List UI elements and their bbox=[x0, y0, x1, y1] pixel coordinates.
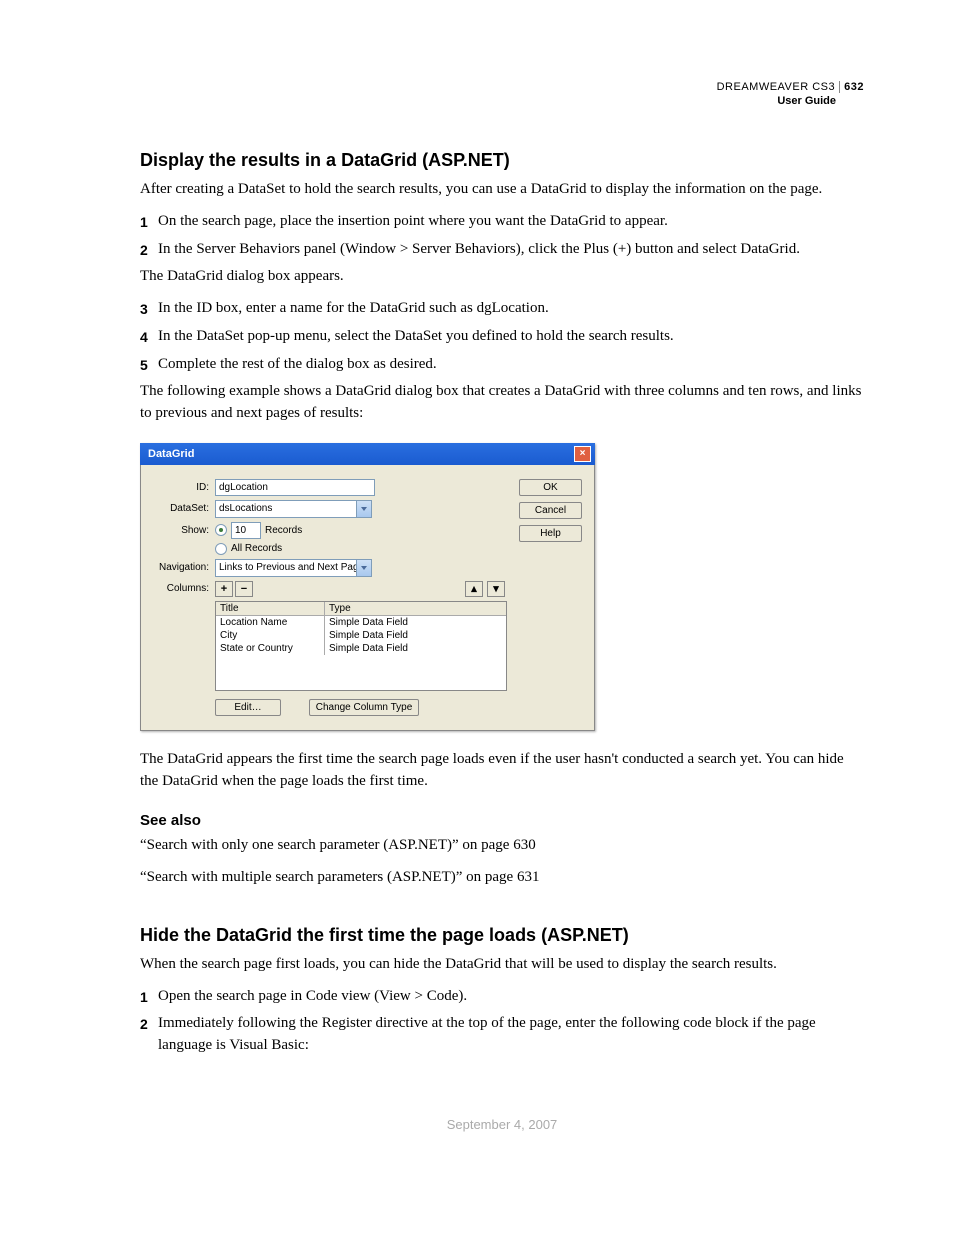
label-dataset: DataSet: bbox=[153, 503, 215, 514]
label-id: ID: bbox=[153, 482, 215, 493]
label-nav: Navigation: bbox=[153, 562, 215, 573]
dialog-titlebar: DataGrid × bbox=[140, 443, 595, 465]
s2-step-1: 1 Open the search page in Code view (Vie… bbox=[140, 986, 864, 1008]
col-head-title: Title bbox=[216, 602, 325, 615]
nav-dropdown[interactable]: Links to Previous and Next Pages bbox=[215, 559, 372, 577]
see-also-link-2[interactable]: “Search with multiple search parameters … bbox=[140, 867, 864, 889]
chevron-down-icon bbox=[356, 501, 371, 517]
cancel-button[interactable]: Cancel bbox=[519, 502, 582, 519]
footer-date: September 4, 2007 bbox=[140, 1117, 864, 1132]
after-dialog-text: The DataGrid appears the first time the … bbox=[140, 749, 864, 793]
page-number: 632 bbox=[839, 81, 864, 93]
chevron-down-icon bbox=[356, 560, 371, 576]
step-3: 3 In the ID box, enter a name for the Da… bbox=[140, 298, 864, 320]
step-5: 5 Complete the rest of the dialog box as… bbox=[140, 354, 864, 376]
records-input[interactable]: 10 bbox=[231, 522, 261, 539]
table-row[interactable]: Location Name Simple Data Field bbox=[216, 616, 506, 629]
all-records-label: All Records bbox=[231, 543, 282, 554]
table-row[interactable]: State or Country Simple Data Field bbox=[216, 642, 506, 655]
close-icon[interactable]: × bbox=[574, 446, 591, 462]
dialog-title: DataGrid bbox=[148, 448, 194, 460]
section1-title: Display the results in a DataGrid (ASP.N… bbox=[140, 150, 864, 171]
header-subtitle: User Guide bbox=[717, 94, 864, 108]
change-type-button[interactable]: Change Column Type bbox=[309, 699, 419, 716]
after-step-2: The DataGrid dialog box appears. bbox=[140, 266, 864, 288]
move-down-button[interactable]: ▾ bbox=[487, 581, 505, 597]
remove-column-button[interactable]: − bbox=[235, 581, 253, 597]
section2-title: Hide the DataGrid the first time the pag… bbox=[140, 925, 864, 946]
step-1: 1 On the search page, place the insertio… bbox=[140, 211, 864, 233]
edit-button[interactable]: Edit… bbox=[215, 699, 281, 716]
section2-intro: When the search page first loads, you ca… bbox=[140, 954, 864, 976]
id-input[interactable]: dgLocation bbox=[215, 479, 375, 496]
s2-step-2: 2 Immediately following the Register dir… bbox=[140, 1013, 864, 1057]
radio-all-records[interactable] bbox=[215, 543, 227, 555]
see-also-title: See also bbox=[140, 812, 864, 829]
label-columns: Columns: bbox=[153, 583, 215, 594]
example-intro: The following example shows a DataGrid d… bbox=[140, 381, 864, 425]
product-name: DREAMWEAVER CS3 bbox=[717, 81, 836, 93]
columns-table[interactable]: Title Type Location Name Simple Data Fie… bbox=[215, 601, 507, 691]
datagrid-dialog: DataGrid × ID: dgLocation DataSet: dsLoc… bbox=[140, 443, 595, 731]
ok-button[interactable]: OK bbox=[519, 479, 582, 496]
move-up-button[interactable]: ▴ bbox=[465, 581, 483, 597]
col-head-type: Type bbox=[325, 602, 506, 615]
table-row[interactable]: City Simple Data Field bbox=[216, 629, 506, 642]
dataset-dropdown[interactable]: dsLocations bbox=[215, 500, 372, 518]
section1-intro: After creating a DataSet to hold the sea… bbox=[140, 179, 864, 201]
step-2: 2 In the Server Behaviors panel (Window … bbox=[140, 239, 864, 261]
step-4: 4 In the DataSet pop-up menu, select the… bbox=[140, 326, 864, 348]
help-button[interactable]: Help bbox=[519, 525, 582, 542]
page-header: DREAMWEAVER CS3632 User Guide bbox=[717, 80, 864, 109]
radio-records[interactable] bbox=[215, 524, 227, 536]
records-label: Records bbox=[265, 525, 302, 536]
add-column-button[interactable]: + bbox=[215, 581, 233, 597]
label-show: Show: bbox=[153, 525, 215, 536]
see-also-link-1[interactable]: “Search with only one search parameter (… bbox=[140, 835, 864, 857]
